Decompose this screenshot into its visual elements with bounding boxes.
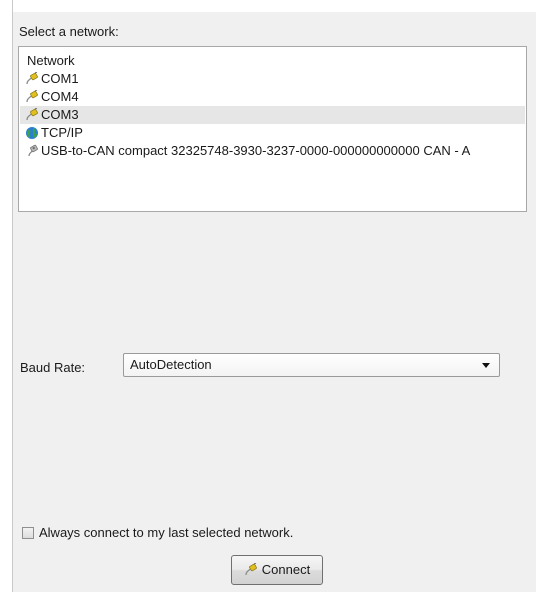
serial-plug-icon <box>26 72 38 85</box>
baud-rate-label: Baud Rate: <box>20 360 86 375</box>
serial-plug-icon <box>26 108 38 121</box>
remember-network-checkbox[interactable] <box>22 527 34 539</box>
network-list: COM1 COM4 COM3 TCP/IP USB-to-CAN compact… <box>20 70 525 160</box>
network-item-com4[interactable]: COM4 <box>20 88 525 106</box>
select-network-label: Select a network: <box>19 24 119 39</box>
network-column-header[interactable]: Network <box>27 53 75 69</box>
network-item-label: USB-to-CAN compact 32325748-3930-3237-00… <box>41 143 471 158</box>
network-item-label: COM3 <box>41 107 79 122</box>
connect-button[interactable]: Connect <box>231 555 323 585</box>
baud-rate-value: AutoDetection <box>130 357 212 372</box>
remember-network-label[interactable]: Always connect to my last selected netwo… <box>39 525 293 541</box>
usb-plug-icon <box>28 144 38 157</box>
network-selection-panel: Select a network: Network COM1 COM4 COM3… <box>12 0 536 592</box>
serial-plug-icon <box>245 563 257 576</box>
baud-rate-dropdown[interactable]: AutoDetection <box>123 353 500 377</box>
connect-button-label: Connect <box>261 562 311 577</box>
network-item-tcpip[interactable]: TCP/IP <box>20 124 525 142</box>
network-item-com1[interactable]: COM1 <box>20 70 525 88</box>
serial-plug-icon <box>26 90 38 103</box>
chevron-down-icon[interactable] <box>482 362 490 368</box>
top-strip <box>13 0 536 12</box>
network-item-label: COM1 <box>41 71 79 86</box>
network-item-com3[interactable]: COM3 <box>20 106 525 124</box>
remember-network-row[interactable]: Always connect to my last selected netwo… <box>22 525 293 541</box>
network-item-label: COM4 <box>41 89 79 104</box>
network-item-usb-to-can[interactable]: USB-to-CAN compact 32325748-3930-3237-00… <box>20 142 525 160</box>
network-listbox[interactable]: Network COM1 COM4 COM3 TCP/IP USB-to-CAN… <box>18 46 527 212</box>
network-item-label: TCP/IP <box>41 125 83 140</box>
globe-network-icon <box>26 127 38 139</box>
